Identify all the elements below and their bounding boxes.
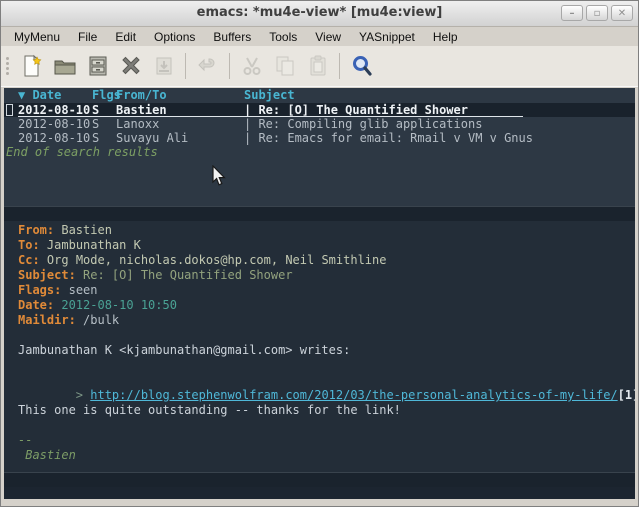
row-from: Bastien bbox=[116, 103, 244, 116]
row-subject: | Re: Compiling glib applications bbox=[244, 117, 635, 131]
row-from: Lanoxx bbox=[116, 117, 244, 131]
menu-tools[interactable]: Tools bbox=[260, 29, 306, 45]
headers-modeline: *mu4e-headers* ( 1, 0) [All/275] [mu4e:h… bbox=[4, 206, 635, 221]
field-value-to: Jambunathan K bbox=[47, 238, 141, 252]
table-row[interactable]: 2012-08-10 S Lanoxx | Re: Compiling glib… bbox=[4, 117, 635, 131]
footnote-marker: [1] bbox=[618, 388, 635, 402]
field-value-maildir: /bulk bbox=[83, 313, 119, 327]
row-date: 2012-08-10 bbox=[18, 131, 92, 145]
signature-name: Bastien bbox=[18, 448, 635, 463]
view-modeline: *mu4e-view* ( 1, 0) [All/372] [mu4e:view… bbox=[4, 472, 635, 487]
toolbar-grip[interactable] bbox=[6, 57, 9, 75]
field-value-date: 2012-08-10 10:50 bbox=[61, 298, 177, 312]
end-of-results-text: End of search results bbox=[4, 145, 635, 160]
field-value-cc: Org Mode, nicholas.dokos@hp.com, Neil Sm… bbox=[47, 253, 387, 267]
field-value-flags: seen bbox=[69, 283, 98, 297]
menu-mymenu[interactable]: MyMenu bbox=[5, 29, 69, 45]
table-row[interactable]: 2012-08-10 S Suvayu Ali | Re: Emacs for … bbox=[4, 131, 635, 145]
row-from: Suvayu Ali bbox=[116, 131, 244, 145]
column-date[interactable]: ▼ Date bbox=[18, 88, 92, 103]
delete-icon[interactable] bbox=[114, 50, 147, 82]
toolbar-separator bbox=[229, 53, 230, 79]
body-comment-line: This one is quite outstanding -- thanks … bbox=[18, 403, 635, 418]
field-label-to: To: bbox=[18, 238, 40, 252]
save-as-icon[interactable] bbox=[147, 50, 180, 82]
table-row[interactable]: 2012-08-10 S Bastien | Re: [O] The Quant… bbox=[4, 103, 635, 117]
row-date: 2012-08-10 bbox=[18, 117, 92, 131]
menu-view[interactable]: View bbox=[306, 29, 350, 45]
body-writes-line: Jambunathan K <kjambunathan@gmail.com> w… bbox=[18, 343, 635, 358]
field-label-cc: Cc: bbox=[18, 253, 40, 267]
titlebar: emacs: *mu4e-view* [mu4e:view] – ▫ ✕ bbox=[1, 1, 638, 27]
field-label-maildir: Maildir: bbox=[18, 313, 76, 327]
open-folder-icon[interactable] bbox=[48, 50, 81, 82]
toolbar bbox=[1, 46, 638, 87]
menubar: MyMenu File Edit Options Buffers Tools V… bbox=[1, 28, 638, 46]
column-subject[interactable]: Subject bbox=[244, 88, 635, 103]
row-flags: S bbox=[92, 117, 116, 131]
maximize-button[interactable]: ▫ bbox=[586, 5, 608, 21]
row-flags: S bbox=[92, 131, 116, 145]
field-label-from: From: bbox=[18, 223, 54, 237]
new-file-icon[interactable] bbox=[15, 50, 48, 82]
body-link[interactable]: http://blog.stephenwolfram.com/2012/03/t… bbox=[90, 388, 617, 402]
row-subject: | Re: Emacs for email: Rmail v VM v Gnus bbox=[244, 131, 635, 145]
emacs-frame: ▼ Date Flgs From/To Subject 2012-08-10 S… bbox=[4, 88, 635, 499]
hollow-cursor bbox=[6, 104, 13, 116]
column-flags[interactable]: Flgs bbox=[92, 88, 116, 103]
signature-dashes: -- bbox=[18, 433, 635, 448]
paste-icon[interactable] bbox=[301, 50, 334, 82]
headers-column-row: ▼ Date Flgs From/To Subject bbox=[4, 88, 635, 103]
quoted-line: > http://blog.stephenwolfram.com/2012/03… bbox=[18, 373, 635, 388]
menu-file[interactable]: File bbox=[69, 29, 106, 45]
cut-icon[interactable] bbox=[235, 50, 268, 82]
menu-options[interactable]: Options bbox=[145, 29, 204, 45]
toolbar-separator bbox=[185, 53, 186, 79]
field-label-subject: Subject: bbox=[18, 268, 76, 282]
undo-icon[interactable] bbox=[191, 50, 224, 82]
mu4e-view-buffer: From: Bastien To: Jambunathan K Cc: Org … bbox=[4, 221, 635, 472]
menu-help[interactable]: Help bbox=[424, 29, 467, 45]
window-title: emacs: *mu4e-view* [mu4e:view] bbox=[1, 5, 638, 20]
mu4e-headers-buffer: ▼ Date Flgs From/To Subject 2012-08-10 S… bbox=[4, 88, 635, 206]
field-label-flags: Flags: bbox=[18, 283, 61, 297]
echo-area bbox=[4, 487, 635, 499]
field-value-from: Bastien bbox=[61, 223, 112, 237]
copy-icon[interactable] bbox=[268, 50, 301, 82]
field-value-subject: Re: [O] The Quantified Shower bbox=[83, 268, 293, 282]
column-from[interactable]: From/To bbox=[116, 88, 244, 103]
quote-prefix: > bbox=[76, 388, 90, 402]
menu-buffers[interactable]: Buffers bbox=[204, 29, 260, 45]
close-button[interactable]: ✕ bbox=[611, 5, 633, 21]
row-date: 2012-08-10 bbox=[18, 103, 92, 116]
menu-yasnippet[interactable]: YASnippet bbox=[350, 29, 424, 45]
field-label-date: Date: bbox=[18, 298, 54, 312]
row-flags: S bbox=[92, 103, 116, 116]
search-icon[interactable] bbox=[345, 50, 378, 82]
minimize-button[interactable]: – bbox=[561, 5, 583, 21]
emacs-window: emacs: *mu4e-view* [mu4e:view] – ▫ ✕ MyM… bbox=[0, 0, 639, 507]
save-icon[interactable] bbox=[81, 50, 114, 82]
row-subject: | Re: [O] The Quantified Shower bbox=[244, 103, 523, 116]
toolbar-separator bbox=[339, 53, 340, 79]
menu-edit[interactable]: Edit bbox=[106, 29, 145, 45]
window-controls: – ▫ ✕ bbox=[561, 5, 633, 21]
